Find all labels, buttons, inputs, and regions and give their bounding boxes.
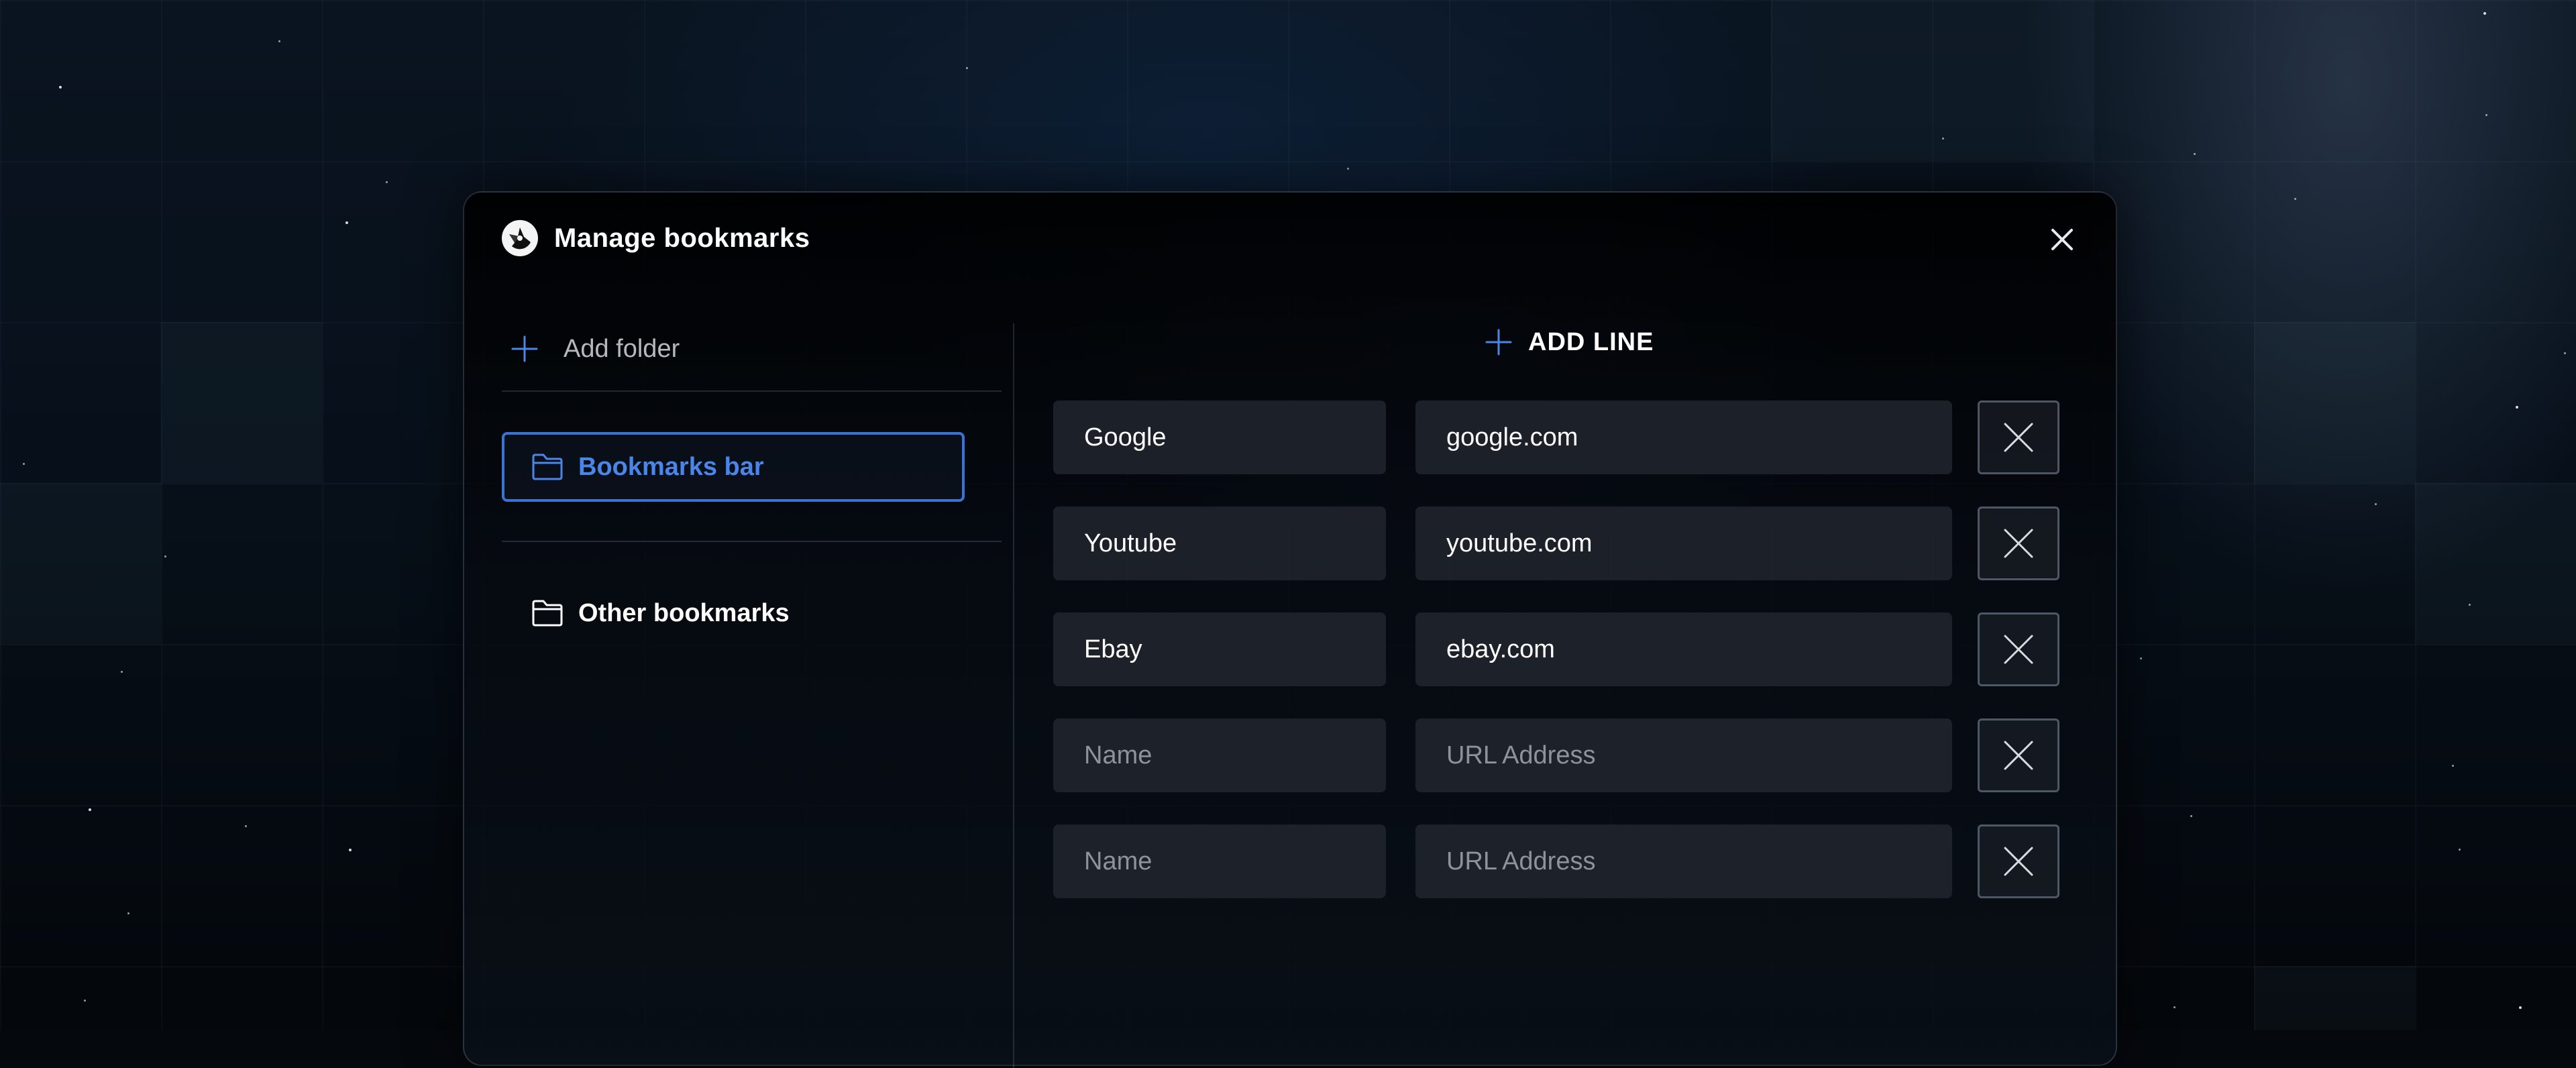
star xyxy=(2174,1006,2176,1008)
star xyxy=(164,555,166,557)
delete-row-button[interactable] xyxy=(1978,824,2059,898)
star xyxy=(2469,604,2471,606)
sidebar-item-other-bookmarks[interactable]: Other bookmarks xyxy=(502,578,1002,648)
star xyxy=(345,221,348,224)
add-folder-button[interactable]: Add folder xyxy=(502,323,1002,374)
star xyxy=(1347,168,1349,170)
star xyxy=(1942,138,1944,140)
star xyxy=(245,825,247,827)
star xyxy=(2516,406,2518,409)
bookmark-name-input[interactable] xyxy=(1053,612,1386,686)
star xyxy=(2459,849,2461,851)
add-folder-label: Add folder xyxy=(564,334,680,363)
delete-row-button[interactable] xyxy=(1978,612,2059,686)
x-icon xyxy=(2004,423,2033,452)
star xyxy=(89,808,91,811)
bookmark-row xyxy=(1053,718,2100,792)
bookmark-url-input[interactable] xyxy=(1415,718,1952,792)
add-line-label: ADD LINE xyxy=(1528,327,1654,356)
star xyxy=(2519,1006,2522,1009)
star xyxy=(2375,503,2377,505)
bookmark-url-input[interactable] xyxy=(1415,506,1952,580)
folder-label: Bookmarks bar xyxy=(578,452,764,481)
star xyxy=(2140,657,2142,659)
star xyxy=(84,1000,86,1002)
bookmark-name-input[interactable] xyxy=(1053,400,1386,474)
x-icon xyxy=(2004,635,2033,664)
star xyxy=(59,86,62,89)
folder-label: Other bookmarks xyxy=(578,598,790,627)
bookmark-row xyxy=(1053,506,2100,580)
bookmark-url-input[interactable] xyxy=(1415,400,1952,474)
bookmark-name-input[interactable] xyxy=(1053,824,1386,898)
background-tile xyxy=(1771,0,2093,161)
star xyxy=(2452,765,2454,767)
x-icon xyxy=(2004,847,2033,876)
background-tile xyxy=(0,483,161,644)
star xyxy=(278,40,280,42)
star xyxy=(127,912,129,914)
background-tile xyxy=(2254,966,2415,1030)
bookmark-row xyxy=(1053,824,2100,898)
star xyxy=(121,671,123,673)
close-icon xyxy=(2051,229,2073,250)
bookmark-row xyxy=(1053,400,2100,474)
delete-row-button[interactable] xyxy=(1978,506,2059,580)
background-tile xyxy=(161,322,322,483)
folder-sidebar: Add folder Bookmarks bar Other bookmarks xyxy=(502,323,1002,648)
bookmark-url-input[interactable] xyxy=(1415,612,1952,686)
star xyxy=(966,67,968,69)
dialog-title: Manage bookmarks xyxy=(554,223,810,253)
background-tile xyxy=(2254,322,2415,483)
star xyxy=(2194,153,2196,155)
star xyxy=(2190,815,2192,817)
dialog-header: Manage bookmarks xyxy=(502,219,810,257)
star xyxy=(386,181,388,183)
star xyxy=(23,463,25,465)
star xyxy=(2564,352,2566,354)
x-icon xyxy=(2004,741,2033,770)
folder-icon xyxy=(531,599,564,627)
bookmark-row xyxy=(1053,612,2100,686)
close-button[interactable] xyxy=(2042,219,2082,260)
bookmark-name-input[interactable] xyxy=(1053,506,1386,580)
star xyxy=(349,849,352,851)
add-line-button[interactable]: ADD LINE xyxy=(1484,320,1654,364)
delete-row-button[interactable] xyxy=(1978,718,2059,792)
background-tile xyxy=(2415,483,2576,644)
star xyxy=(2483,12,2486,15)
bookmark-name-input[interactable] xyxy=(1053,718,1386,792)
plus-icon xyxy=(1485,329,1512,356)
star xyxy=(2294,198,2296,200)
app-logo-icon xyxy=(502,220,538,256)
sidebar-item-bookmarks-bar[interactable]: Bookmarks bar xyxy=(502,432,965,502)
folder-icon xyxy=(531,453,564,481)
delete-row-button[interactable] xyxy=(1978,400,2059,474)
manage-bookmarks-dialog: Manage bookmarks Add folder Bookmarks ba… xyxy=(463,191,2117,1068)
x-icon xyxy=(2004,529,2033,558)
bookmark-url-input[interactable] xyxy=(1415,824,1952,898)
star xyxy=(2485,114,2487,116)
plus-icon xyxy=(511,335,538,362)
panel-divider xyxy=(1013,323,1014,1068)
